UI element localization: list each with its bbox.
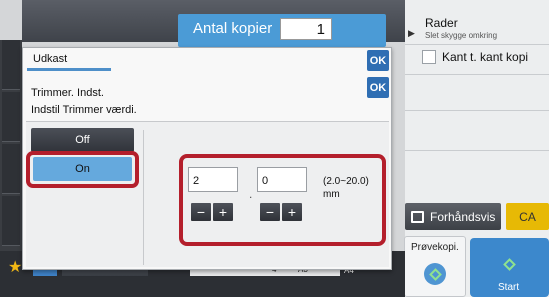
ca-button[interactable]: CA — [506, 203, 549, 230]
start-icon — [498, 253, 520, 275]
on-highlight-frame — [26, 151, 139, 188]
ok-label: OK — [369, 81, 387, 94]
ok-label: OK — [369, 54, 387, 67]
provekopi-start-icon — [424, 263, 446, 285]
divider — [405, 44, 549, 45]
off-label: Off — [75, 134, 90, 146]
preview-label: Forhåndsvis — [430, 209, 496, 224]
column-divider — [143, 130, 144, 265]
provekopi-label: Prøvekopi. — [411, 242, 459, 253]
copies-label: Antal kopier — [193, 20, 273, 37]
dialog-subheading: Indstil Trimmer værdi. — [31, 104, 137, 116]
copies-input[interactable]: 1 — [280, 18, 332, 40]
diamond-icon — [428, 267, 442, 281]
left-tab[interactable] — [2, 40, 20, 90]
ok-button-outer[interactable]: OK — [367, 50, 389, 71]
divider — [405, 74, 549, 75]
ca-label: CA — [519, 209, 536, 224]
tab-underline — [27, 68, 111, 71]
rader-title[interactable]: Rader — [425, 16, 458, 30]
provekopi-button[interactable]: Prøvekopi. — [404, 236, 466, 297]
kant-t-kant-option[interactable]: Kant t. kant kopi — [422, 50, 528, 64]
left-tab[interactable] — [2, 92, 20, 142]
dialog-heading: Trimmer. Indst. — [31, 87, 104, 99]
start-button[interactable]: Start — [470, 238, 549, 297]
play-icon: ▶ — [408, 28, 415, 38]
divider — [405, 110, 549, 111]
start-label: Start — [498, 282, 520, 293]
value-highlight-frame — [179, 154, 386, 246]
rader-subtitle: Slet skygge omkring — [425, 31, 498, 40]
left-tab[interactable] — [2, 144, 20, 194]
copies-value: 1 — [316, 21, 325, 38]
dialog-tab-label[interactable]: Udkast — [33, 53, 67, 65]
diamond-icon — [502, 257, 516, 271]
off-button[interactable]: Off — [31, 128, 134, 152]
kant-checkbox[interactable] — [422, 50, 436, 64]
ok-button[interactable]: OK — [367, 77, 389, 98]
left-tab[interactable] — [2, 196, 20, 246]
left-tab-strip — [0, 40, 22, 260]
preview-button[interactable]: Forhåndsvis — [405, 203, 501, 230]
kant-label: Kant t. kant kopi — [442, 50, 529, 64]
trimmer-dialog: Udkast OK OK Trimmer. Indst. Indstil Tri… — [22, 47, 392, 270]
preview-icon — [411, 210, 424, 223]
divider — [405, 150, 549, 151]
star-icon[interactable]: ★ — [8, 257, 22, 277]
